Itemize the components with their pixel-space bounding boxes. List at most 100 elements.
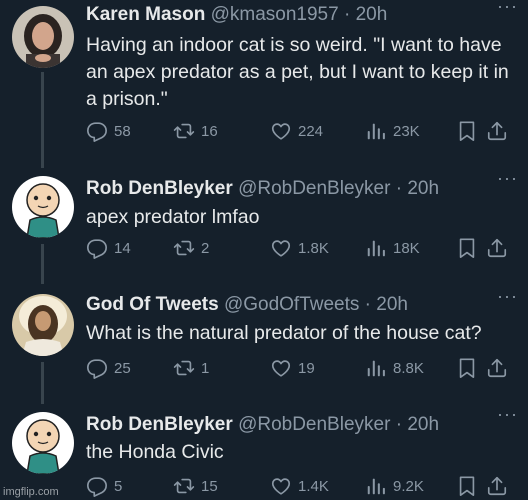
views-icon xyxy=(365,120,387,142)
timestamp[interactable]: 20h xyxy=(407,414,439,435)
views-count: 9.2K xyxy=(393,477,424,495)
display-name[interactable]: Rob DenBleyker xyxy=(86,414,233,435)
retweet-button[interactable]: 16 xyxy=(173,120,218,142)
views-button[interactable]: 18K xyxy=(365,237,420,259)
share-icon xyxy=(486,237,508,259)
retweet-button[interactable]: 15 xyxy=(173,475,218,497)
retweet-button[interactable]: 2 xyxy=(173,237,209,259)
tweet[interactable]: Karen Mason @kmason1957 · 20h ··· Having… xyxy=(0,0,528,165)
avatar-cartoon xyxy=(12,176,74,238)
like-icon xyxy=(270,475,292,497)
bookmark-button[interactable] xyxy=(456,237,478,259)
action-bar: 5 15 1.4K 9.2K xyxy=(86,475,516,499)
tweet[interactable]: God Of Tweets @GodOfTweets · 20h ··· Wha… xyxy=(0,286,528,400)
separator: · xyxy=(359,294,377,315)
share-button[interactable] xyxy=(486,475,508,497)
timestamp[interactable]: 20h xyxy=(407,178,439,199)
user-handle[interactable]: @RobDenBleyker xyxy=(238,178,390,199)
more-icon[interactable]: ··· xyxy=(497,286,518,307)
more-icon[interactable]: ··· xyxy=(497,0,518,17)
more-icon[interactable]: ··· xyxy=(497,404,518,425)
like-count: 224 xyxy=(298,122,324,140)
views-count: 8.8K xyxy=(393,359,424,377)
reply-count: 25 xyxy=(114,359,131,377)
tweet[interactable]: Rob DenBleyker @RobDenBleyker · 20h ··· … xyxy=(0,168,528,282)
display-name[interactable]: Rob DenBleyker xyxy=(86,178,233,199)
share-button[interactable] xyxy=(486,120,508,142)
retweet-count: 1 xyxy=(201,359,210,377)
like-count: 19 xyxy=(298,359,315,377)
bookmark-button[interactable] xyxy=(456,357,478,379)
reply-button[interactable]: 58 xyxy=(86,120,131,142)
share-icon xyxy=(486,357,508,379)
reply-button[interactable]: 5 xyxy=(86,475,122,497)
separator: · xyxy=(338,4,356,25)
views-button[interactable]: 8.8K xyxy=(365,357,424,379)
reply-button[interactable]: 25 xyxy=(86,357,131,379)
separator: · xyxy=(390,178,408,199)
retweet-icon xyxy=(173,357,195,379)
views-icon xyxy=(365,357,387,379)
bookmark-button[interactable] xyxy=(456,475,478,497)
share-button[interactable] xyxy=(486,357,508,379)
watermark: imgflip.com xyxy=(3,486,59,498)
bookmark-icon xyxy=(456,357,478,379)
like-icon xyxy=(270,357,292,379)
like-icon xyxy=(270,120,292,142)
views-button[interactable]: 23K xyxy=(365,120,420,142)
avatar-photo xyxy=(12,6,74,68)
share-icon xyxy=(486,120,508,142)
like-count: 1.8K xyxy=(298,239,329,257)
user-handle[interactable]: @kmason1957 xyxy=(211,4,339,25)
reply-count: 5 xyxy=(114,477,123,495)
display-name[interactable]: God Of Tweets xyxy=(86,294,219,315)
views-icon xyxy=(365,475,387,497)
reply-count: 58 xyxy=(114,122,131,140)
retweet-icon xyxy=(173,475,195,497)
like-button[interactable]: 224 xyxy=(270,120,323,142)
tweet-header: Rob DenBleyker @RobDenBleyker · 20h xyxy=(86,178,439,200)
avatar[interactable] xyxy=(12,176,74,238)
like-button[interactable]: 1.4K xyxy=(270,475,329,497)
user-handle[interactable]: @GodOfTweets xyxy=(224,294,359,315)
tweet-text: Having an indoor cat is so weird. "I wan… xyxy=(86,34,509,110)
share-icon xyxy=(486,475,508,497)
bookmark-icon xyxy=(456,475,478,497)
retweet-button[interactable]: 1 xyxy=(173,357,209,379)
share-button[interactable] xyxy=(486,237,508,259)
display-name[interactable]: Karen Mason xyxy=(86,4,205,25)
avatar-photo xyxy=(12,294,74,356)
action-bar: 14 2 1.8K 18K xyxy=(86,237,516,261)
avatar[interactable] xyxy=(12,294,74,356)
tweet-text: apex predator lmfao xyxy=(86,206,260,228)
retweet-icon xyxy=(173,237,195,259)
bookmark-icon xyxy=(456,120,478,142)
reply-icon xyxy=(86,475,108,497)
like-button[interactable]: 1.8K xyxy=(270,237,329,259)
avatar[interactable] xyxy=(12,6,74,68)
tweet[interactable]: Rob DenBleyker @RobDenBleyker · 20h ··· … xyxy=(0,404,528,500)
like-button[interactable]: 19 xyxy=(270,357,315,379)
reply-count: 14 xyxy=(114,239,131,257)
reply-icon xyxy=(86,237,108,259)
timestamp[interactable]: 20h xyxy=(376,294,408,315)
reply-icon xyxy=(86,120,108,142)
tweet-header: God Of Tweets @GodOfTweets · 20h xyxy=(86,294,408,316)
like-icon xyxy=(270,237,292,259)
retweet-count: 15 xyxy=(201,477,218,495)
views-button[interactable]: 9.2K xyxy=(365,475,424,497)
action-bar: 58 16 224 23K xyxy=(86,120,516,144)
tweet-header: Rob DenBleyker @RobDenBleyker · 20h xyxy=(86,414,439,436)
retweet-count: 16 xyxy=(201,122,218,140)
views-count: 23K xyxy=(393,122,420,140)
views-count: 18K xyxy=(393,239,420,257)
more-icon[interactable]: ··· xyxy=(497,168,518,189)
avatar[interactable] xyxy=(12,412,74,474)
bookmark-button[interactable] xyxy=(456,120,478,142)
views-icon xyxy=(365,237,387,259)
timestamp[interactable]: 20h xyxy=(356,4,388,25)
tweet-text: the Honda Civic xyxy=(86,441,224,463)
user-handle[interactable]: @RobDenBleyker xyxy=(238,414,390,435)
reply-button[interactable]: 14 xyxy=(86,237,131,259)
action-bar: 25 1 19 8.8K xyxy=(86,357,516,381)
